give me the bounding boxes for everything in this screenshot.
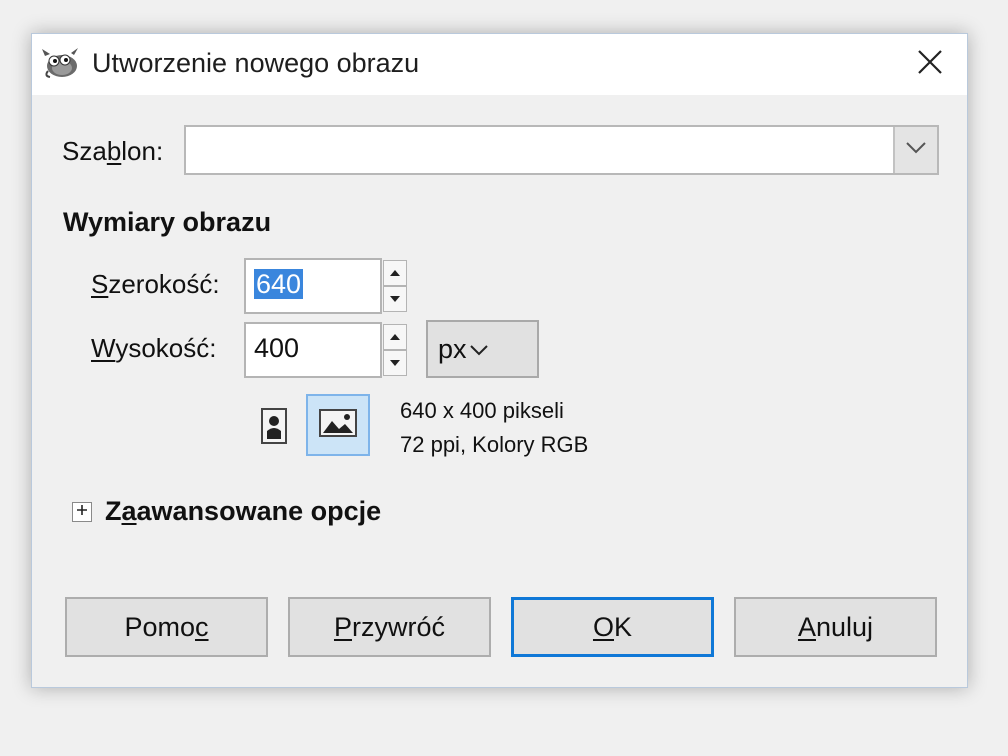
ok-button[interactable]: OK	[511, 597, 714, 657]
width-input[interactable]: 640	[244, 258, 382, 314]
width-spinner	[383, 258, 407, 314]
reset-button-text-end: rzywróć	[352, 611, 445, 642]
ok-button-text-end: K	[614, 611, 633, 642]
arrow-down-icon	[389, 354, 401, 372]
new-image-dialog: Utworzenie nowego obrazu Szablon: Wymiar…	[31, 33, 968, 688]
chevron-down-icon	[469, 332, 489, 363]
template-label-text-end: lon:	[121, 136, 164, 166]
unit-dropdown[interactable]: px	[426, 320, 539, 378]
reset-button[interactable]: Przywróć	[288, 597, 491, 657]
cancel-button-mnemonic: A	[797, 611, 816, 642]
close-button[interactable]	[893, 34, 967, 95]
template-label-mnemonic: b	[106, 136, 122, 166]
image-size-info: 640 x 400 pikseli	[400, 398, 564, 423]
portrait-orientation-icon	[259, 407, 289, 450]
title-bar[interactable]: Utworzenie nowego obrazu	[32, 34, 967, 95]
unit-value: px	[438, 333, 467, 364]
arrow-up-icon	[389, 264, 401, 282]
advanced-label-text: Z	[105, 496, 122, 526]
height-label: Wysokość:	[91, 333, 216, 364]
width-label-mnemonic: S	[91, 269, 109, 299]
template-label-text: Sza	[62, 136, 107, 166]
close-icon	[917, 49, 943, 80]
width-increment-button[interactable]	[383, 260, 407, 286]
help-button-text: Pomo	[124, 611, 196, 642]
width-label-text: zerokość:	[108, 269, 220, 299]
width-decrement-button[interactable]	[383, 286, 407, 312]
template-dropdown-button[interactable]	[893, 127, 937, 173]
height-decrement-button[interactable]	[383, 350, 407, 376]
height-value: 400	[254, 333, 300, 363]
advanced-options-label[interactable]: Zaawansowane opcje	[105, 496, 381, 527]
arrow-down-icon	[389, 290, 401, 308]
width-value: 640	[254, 269, 304, 299]
template-combobox[interactable]	[184, 125, 939, 175]
landscape-orientation-button[interactable]	[306, 394, 370, 456]
height-increment-button[interactable]	[383, 324, 407, 350]
chevron-down-icon	[905, 141, 927, 160]
arrow-up-icon	[389, 328, 401, 346]
image-dimensions-heading: Wymiary obrazu	[63, 207, 272, 237]
advanced-options-expander[interactable]	[72, 502, 92, 522]
help-button-mnemonic: c	[195, 611, 209, 642]
cancel-button[interactable]: Anuluj	[734, 597, 937, 657]
expand-plus-icon	[76, 503, 88, 521]
advanced-label-mnemonic: a	[121, 496, 137, 526]
gimp-wilber-icon	[40, 46, 80, 80]
height-label-mnemonic: W	[91, 333, 116, 363]
height-spinner	[383, 322, 407, 378]
portrait-orientation-button[interactable]	[254, 404, 294, 452]
height-input[interactable]: 400	[244, 322, 382, 378]
ok-button-mnemonic: O	[592, 611, 614, 642]
template-label: Szablon:	[62, 136, 163, 167]
reset-button-mnemonic: P	[333, 611, 352, 642]
width-label: Szerokość:	[91, 269, 220, 300]
advanced-label-text-end: awansowane opcje	[136, 496, 382, 526]
image-resolution-info: 72 ppi, Kolory RGB	[400, 432, 589, 457]
landscape-orientation-icon	[318, 407, 358, 444]
help-button[interactable]: Pomo c	[65, 597, 268, 657]
cancel-button-text-end: nuluj	[815, 611, 874, 642]
window-title: Utworzenie nowego obrazu	[92, 48, 420, 78]
height-label-text: ysokość:	[115, 333, 217, 363]
